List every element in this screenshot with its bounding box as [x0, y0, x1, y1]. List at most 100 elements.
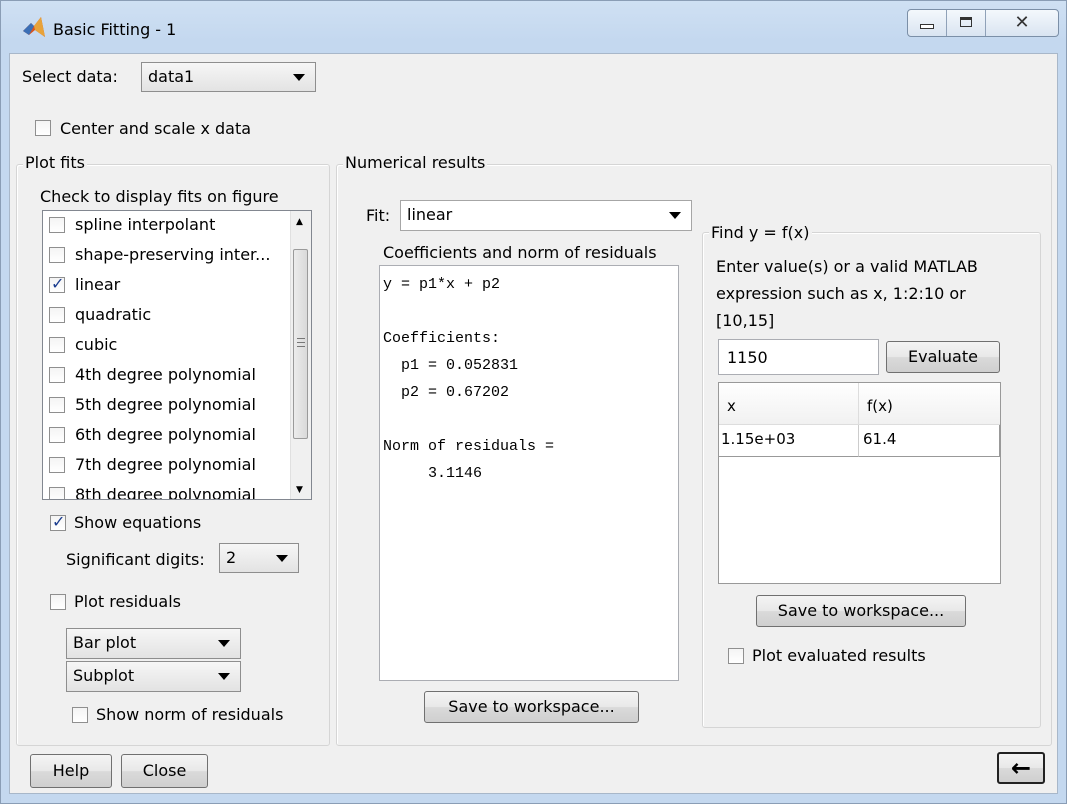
significant-digits-dropdown[interactable]: 2: [219, 543, 299, 573]
fit-checkbox[interactable]: [49, 367, 65, 383]
center-scale-checkbox[interactable]: [35, 120, 51, 136]
list-item[interactable]: 5th degree polynomial: [43, 391, 287, 421]
show-norm-label: Show norm of residuals: [96, 705, 284, 724]
table-cell-x[interactable]: 1.15e+03: [719, 425, 859, 457]
coefficient-line: y = p1*x + p2: [383, 276, 501, 293]
list-item[interactable]: 4th degree polynomial: [43, 361, 287, 391]
list-item[interactable]: linear: [43, 271, 287, 301]
find-y-instructions-1: Enter value(s) or a valid MATLAB: [716, 257, 978, 276]
list-item[interactable]: quadratic: [43, 301, 287, 331]
find-y-title: Find y = f(x): [709, 223, 812, 242]
matlab-logo-icon: [23, 17, 45, 37]
significant-digits-value: 2: [226, 548, 237, 567]
scrollbar-thumb[interactable]: [293, 249, 308, 439]
basic-fitting-window: Basic Fitting - 1 ✕ Select data: data1 C…: [0, 0, 1067, 804]
residual-plot-type-dropdown[interactable]: Bar plot: [66, 628, 241, 659]
select-data-dropdown[interactable]: data1: [141, 62, 316, 92]
scroll-up-icon[interactable]: ▲: [296, 217, 303, 227]
fit-types-list[interactable]: spline interpolant shape-preserving inter…: [42, 210, 312, 500]
fit-checkbox[interactable]: [49, 217, 65, 233]
x-value-input[interactable]: 1150: [718, 339, 879, 375]
coefficients-title: Coefficients and norm of residuals: [383, 243, 657, 262]
fit-list-scrollbar[interactable]: ▲ ▼: [290, 211, 311, 499]
fit-label: 6th degree polynomial: [75, 425, 256, 444]
list-item[interactable]: 8th degree polynomial: [43, 481, 287, 500]
plot-fits-subtitle: Check to display fits on figure: [40, 187, 279, 206]
find-y-instructions-2: expression such as x, 1:2:10 or: [716, 284, 966, 303]
fit-select-value: linear: [407, 205, 453, 224]
fit-checkbox[interactable]: [49, 427, 65, 443]
chevron-down-icon: [218, 640, 230, 647]
numerical-results-title: Numerical results: [343, 153, 488, 172]
window-title: Basic Fitting - 1: [53, 20, 177, 39]
fit-label: spline interpolant: [75, 215, 216, 234]
fit-checkbox[interactable]: [49, 307, 65, 323]
table-header-x[interactable]: x: [719, 383, 859, 425]
table-cell-fx[interactable]: 61.4: [859, 425, 1000, 457]
fit-checkbox[interactable]: [49, 457, 65, 473]
x-value-text: 1150: [727, 348, 768, 367]
window-controls: ✕: [907, 9, 1059, 37]
coefficient-line: [383, 411, 554, 438]
save-evaluated-button[interactable]: Save to workspace...: [756, 595, 966, 627]
plot-residuals-checkbox[interactable]: [50, 594, 66, 610]
coefficient-line: [383, 303, 554, 330]
show-equations-checkbox[interactable]: [50, 512, 66, 531]
minimize-icon: [920, 24, 934, 29]
save-coefficients-button[interactable]: Save to workspace...: [424, 691, 639, 723]
close-button[interactable]: Close: [121, 754, 208, 788]
evaluate-button[interactable]: Evaluate: [886, 341, 1000, 373]
fit-checkbox[interactable]: [49, 487, 65, 499]
fit-select-dropdown[interactable]: linear: [400, 200, 692, 231]
list-item[interactable]: 7th degree polynomial: [43, 451, 287, 481]
fit-label: cubic: [75, 335, 118, 354]
fit-label: quadratic: [75, 305, 152, 324]
fit-label: linear: [75, 275, 121, 294]
list-item[interactable]: spline interpolant: [43, 211, 287, 241]
fit-checkbox[interactable]: [49, 247, 65, 263]
back-arrow-button[interactable]: ←: [997, 752, 1045, 784]
plot-fits-title: Plot fits: [23, 153, 87, 172]
list-item[interactable]: cubic: [43, 331, 287, 361]
title-bar[interactable]: Basic Fitting - 1 ✕: [1, 1, 1066, 53]
fit-checkbox[interactable]: [49, 337, 65, 353]
table-header-fx[interactable]: f(x): [859, 383, 1000, 425]
fit-label: 5th degree polynomial: [75, 395, 256, 414]
coefficient-line: p1 = 0.052831: [383, 357, 519, 374]
results-table[interactable]: x f(x) 1.15e+03 61.4: [718, 382, 1001, 584]
coefficient-line: 3.1146: [383, 465, 483, 482]
plot-evaluated-label: Plot evaluated results: [752, 646, 926, 665]
close-window-button[interactable]: ✕: [986, 10, 1058, 36]
client-area: Select data: data1 Center and scale x da…: [9, 53, 1058, 794]
chevron-down-icon: [293, 74, 305, 81]
fit-label: shape-preserving inter...: [75, 245, 271, 264]
help-button[interactable]: Help: [30, 754, 112, 788]
find-y-instructions-3: [10,15]: [716, 311, 775, 330]
plot-evaluated-checkbox[interactable]: [728, 648, 744, 664]
fit-label: 4th degree polynomial: [75, 365, 256, 384]
back-arrow-icon: ←: [1010, 754, 1032, 782]
plot-residuals-label: Plot residuals: [74, 592, 181, 611]
fit-label: 8th degree polynomial: [75, 485, 256, 500]
show-norm-checkbox[interactable]: [72, 707, 88, 723]
significant-digits-label: Significant digits:: [66, 550, 205, 569]
fit-checkbox[interactable]: [49, 274, 65, 293]
fit-label: Fit:: [366, 206, 391, 225]
coefficient-line: Coefficients:: [383, 330, 501, 347]
coefficient-line: Norm of residuals =: [383, 438, 555, 455]
list-item[interactable]: shape-preserving inter...: [43, 241, 287, 271]
list-item[interactable]: 6th degree polynomial: [43, 421, 287, 451]
residual-location-value: Subplot: [73, 666, 135, 685]
minimize-button[interactable]: [908, 10, 947, 36]
chevron-down-icon: [218, 673, 230, 680]
chevron-down-icon: [276, 555, 288, 562]
select-data-label: Select data:: [22, 67, 118, 86]
scroll-down-icon[interactable]: ▼: [296, 485, 303, 495]
maximize-button[interactable]: [947, 10, 986, 36]
select-data-value: data1: [148, 67, 195, 86]
coefficients-output[interactable]: y = p1*x + p2 Coefficients: p1 = 0.052831…: [379, 265, 679, 681]
coefficient-line: p2 = 0.67202: [383, 384, 510, 401]
maximize-icon: [960, 17, 972, 27]
residual-location-dropdown[interactable]: Subplot: [66, 661, 241, 692]
fit-checkbox[interactable]: [49, 397, 65, 413]
